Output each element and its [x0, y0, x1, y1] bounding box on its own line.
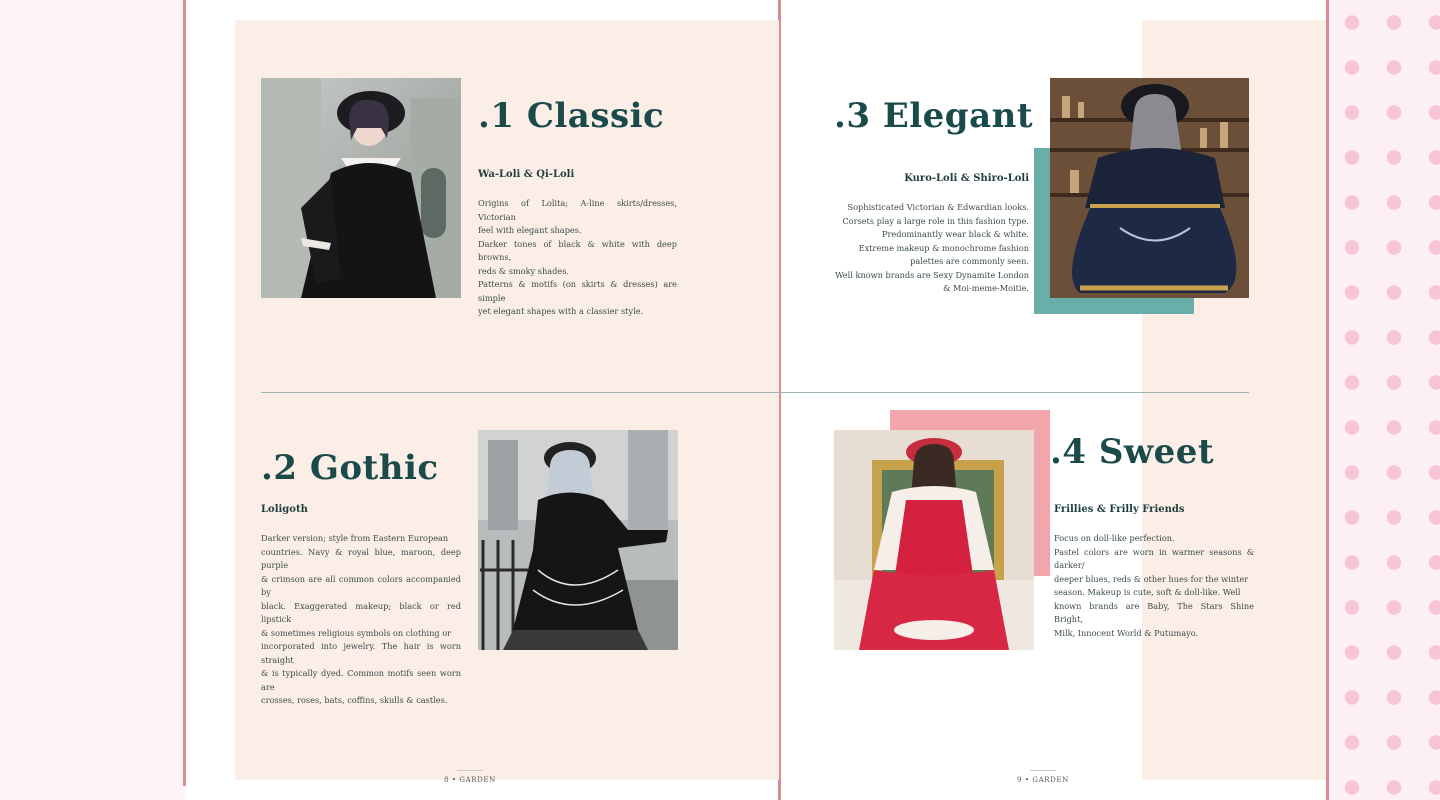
gothic-heading: .2 Gothic [261, 448, 439, 488]
gothic-line: countries. Navy & royal blue, maroon, de… [261, 546, 461, 571]
classic-line: Patterns & motifs (on skirts & dresses) … [478, 279, 677, 303]
elegant-body: Sophisticated Victorian & Edwardian look… [829, 201, 1029, 296]
polka-dot-border [1329, 0, 1440, 800]
elegant-subheading: Kuro-Loli & Shiro-Loli [904, 173, 1029, 184]
sweet-line: season. Makeup is cute, soft & doll-like… [1054, 587, 1241, 597]
page-number-left: 8 • GARDEN [444, 776, 496, 784]
classic-line: reds & smoky shades. [478, 265, 570, 276]
gothic-line: Darker version; style from Eastern Europ… [261, 533, 449, 543]
left-margin [0, 0, 184, 800]
gothic-line: & sometimes religious symbols on clothin… [261, 627, 452, 638]
classic-photo [261, 78, 461, 298]
gothic-line: crosses, roses, bats, coffins, skulls & … [261, 695, 448, 705]
elegant-line: Extreme makeup & monochrome fashion [858, 242, 1029, 253]
sweet-line: deeper blues, reds & other hues for the … [1054, 573, 1249, 584]
sweet-line: known brands are Baby, The Stars Shine B… [1054, 600, 1254, 625]
footer-rule-right [1030, 770, 1056, 771]
classic-subheading: Wa-Loli & Qi-Loli [478, 169, 575, 180]
elegant-photo [1050, 78, 1249, 298]
sweet-line: Pastel colors are worn in warmer seasons… [1054, 546, 1254, 571]
gothic-subheading: Loligoth [261, 504, 308, 515]
classic-line: Darker tones of black & white with deep … [478, 238, 677, 263]
sweet-subheading: Frillies & Frilly Friends [1054, 504, 1185, 515]
sweet-heading: .4 Sweet [1050, 432, 1215, 472]
gothic-line: black. Exaggerated makeup; black or red … [261, 600, 461, 625]
classic-heading: .1 Classic [478, 96, 665, 136]
classic-line: feel with elegant shapes. [478, 225, 582, 235]
gothic-line: & is typically dyed. Common motifs seen … [261, 668, 461, 692]
elegant-line: Well known brands are Sexy Dynamite Lond… [835, 269, 1029, 280]
gothic-line: & crimson are all common colors accompan… [261, 573, 461, 598]
page-number-right: 9 • GARDEN [1017, 776, 1069, 784]
sweet-line: Milk, Innocent World & Putumayo. [1054, 627, 1199, 638]
elegant-heading: .3 Elegant [834, 96, 1034, 136]
gothic-line: incorporated into jewelry. The hair is w… [261, 641, 461, 665]
gothic-photo [478, 430, 678, 650]
elegant-line: Sophisticated Victorian & Edwardian look… [847, 202, 1029, 212]
elegant-line: & Moi-meme-Moitie. [943, 283, 1029, 293]
gothic-body: Darker version; style from Eastern Europ… [261, 532, 461, 708]
sweet-line: Focus on doll-like perfection. [1054, 533, 1175, 543]
elegant-line: palettes are commonly seen. [910, 256, 1029, 266]
elegant-line: Corsets play a large role in this fashio… [842, 215, 1029, 226]
classic-line: Origins of Lolita; A-line skirts/dresses… [478, 198, 677, 222]
section-divider [261, 392, 1249, 393]
left-edge-line [183, 0, 186, 786]
elegant-line: Predominantly wear black & white. [881, 229, 1029, 239]
classic-line: yet elegant shapes with a classier style… [478, 306, 644, 316]
footer-rule-left [457, 770, 483, 771]
sweet-photo [834, 430, 1034, 650]
classic-body: Origins of Lolita; A-line skirts/dresses… [478, 197, 677, 319]
sweet-body: Focus on doll-like perfection. Pastel co… [1054, 532, 1254, 640]
